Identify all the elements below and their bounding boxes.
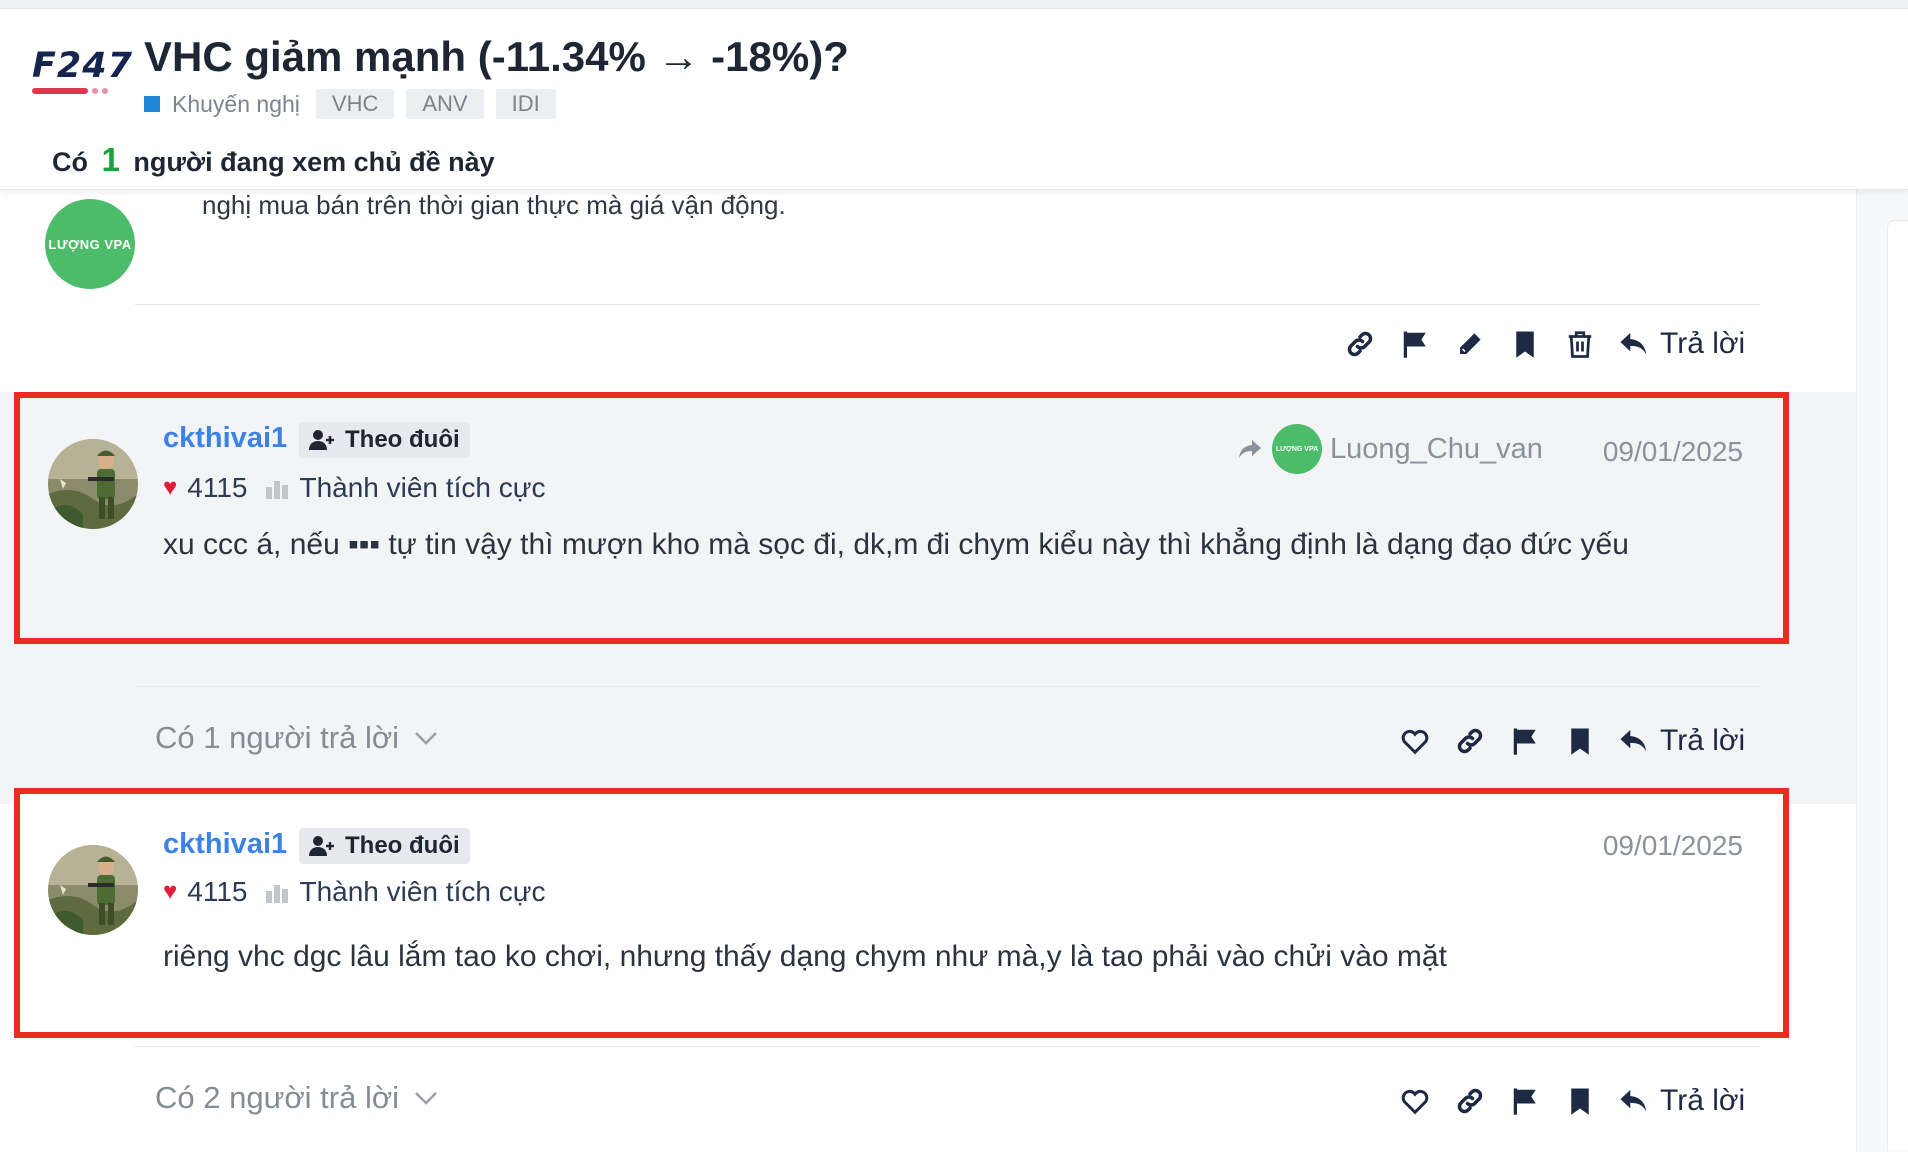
reply-label: Trả lời: [1660, 724, 1746, 757]
browser-top-strip: [0, 0, 1908, 9]
edit-icon[interactable]: [1453, 327, 1487, 361]
user-stats: ♥ 4115 Thành viên tích cực: [163, 876, 545, 908]
trash-icon[interactable]: [1563, 327, 1597, 361]
post-content: nghị mua bán trên thời gian thực mà giá …: [202, 190, 786, 220]
follow-label: Theo đuôi: [345, 426, 460, 453]
tag-idi[interactable]: IDI: [495, 89, 556, 119]
post-date[interactable]: 09/01/2025: [1603, 830, 1743, 862]
divider: [135, 686, 1760, 687]
reply-button[interactable]: Trả lời: [1618, 1084, 1745, 1118]
avatar[interactable]: [48, 439, 138, 529]
scrollbar-thumb[interactable]: [1887, 220, 1908, 1151]
viewers-notice: Có 1 người đang xem chủ đề này: [52, 141, 495, 179]
avatar-text: LƯỢNG VPA: [48, 236, 132, 252]
category-color-square: [144, 96, 160, 112]
viewers-count: 1: [101, 141, 120, 178]
link-icon[interactable]: [1343, 327, 1377, 361]
divider: [135, 1046, 1760, 1047]
share-arrow-icon: [1239, 440, 1261, 458]
viewers-prefix: Có: [52, 147, 88, 177]
logo-text: F247: [32, 46, 133, 86]
tag-vhc[interactable]: VHC: [315, 89, 395, 119]
reply-to-link[interactable]: LƯỢNG VPA Luong_Chu_van: [1238, 424, 1543, 474]
avatar[interactable]: LƯỢNG VPA: [45, 199, 135, 289]
reply-button[interactable]: Trả lời: [1618, 327, 1745, 361]
post-actions: Trả lời: [1343, 327, 1745, 361]
avatar[interactable]: [48, 845, 138, 935]
flag-icon[interactable]: [1398, 327, 1432, 361]
follow-button[interactable]: Theo đuôi: [299, 422, 470, 458]
rank-icon: [266, 885, 289, 903]
follow-label: Theo đuôi: [345, 832, 460, 859]
divider: [135, 304, 1760, 305]
tag-anv[interactable]: ANV: [406, 89, 484, 119]
topic-tags: Khuyến nghị VHC ANV IDI: [144, 89, 568, 119]
flag-icon[interactable]: [1508, 1084, 1542, 1118]
link-icon[interactable]: [1453, 1084, 1487, 1118]
heart-icon: ♥: [163, 878, 178, 905]
username-link[interactable]: ckthivai1: [163, 422, 287, 455]
viewers-suffix: người đang xem chủ đề này: [133, 147, 495, 177]
user-rank: Thành viên tích cực: [299, 472, 546, 503]
replies-label: Có 1 người trả lời: [155, 720, 400, 755]
reply-to-avatar: LƯỢNG VPA: [1272, 424, 1322, 474]
chevron-down-icon: [415, 732, 437, 745]
reply-to-username: Luong_Chu_van: [1330, 432, 1543, 465]
follow-user-icon: [309, 430, 334, 450]
link-icon[interactable]: [1453, 724, 1487, 758]
topic-title[interactable]: VHC giảm mạnh (-11.34% → -18%)?: [144, 33, 849, 81]
post-actions: Trả lời: [1398, 724, 1745, 758]
replies-toggle[interactable]: Có 2 người trả lời: [155, 1080, 439, 1116]
reply-label: Trả lời: [1660, 1084, 1746, 1117]
post-actions: Trả lời: [1398, 1084, 1745, 1118]
rank-icon: [266, 481, 289, 499]
heart-icon[interactable]: [1398, 1084, 1432, 1118]
category-link[interactable]: Khuyến nghị: [172, 91, 300, 118]
post-content: riêng vhc dgc lâu lắm tao ko chơi, nhưng…: [163, 940, 1447, 973]
highlighted-post: ckthivai1 Theo đuôi LƯỢNG VPA Luong_Chu_…: [14, 392, 1789, 644]
chevron-down-icon: [415, 1092, 437, 1105]
heart-icon[interactable]: [1398, 724, 1432, 758]
site-logo[interactable]: F247: [32, 49, 134, 99]
bookmark-icon[interactable]: [1508, 327, 1542, 361]
follow-button[interactable]: Theo đuôi: [299, 828, 470, 864]
replies-toggle[interactable]: Có 1 người trả lời: [155, 720, 439, 756]
reply-icon: [1620, 332, 1647, 355]
reply-button[interactable]: Trả lời: [1618, 724, 1745, 758]
user-rank: Thành viên tích cực: [299, 876, 546, 907]
highlighted-post: ckthivai1 Theo đuôi 09/01/2025 ♥ 4115 Th…: [14, 788, 1789, 1038]
follow-user-icon: [309, 836, 334, 856]
user-stats: ♥ 4115 Thành viên tích cực: [163, 472, 545, 504]
replies-label: Có 2 người trả lời: [155, 1080, 400, 1115]
reply-icon: [1620, 1089, 1647, 1112]
flag-icon[interactable]: [1508, 724, 1542, 758]
bookmark-icon[interactable]: [1563, 1084, 1597, 1118]
like-count: 4115: [187, 876, 248, 907]
bookmark-icon[interactable]: [1563, 724, 1597, 758]
topic-header: F247 VHC giảm mạnh (-11.34% → -18%)? Khu…: [0, 9, 1908, 190]
post-content: xu ccc á, nếu ▪▪▪ tự tin vậy thì mượn kh…: [163, 528, 1629, 561]
reply-label: Trả lời: [1660, 327, 1746, 360]
post-date[interactable]: 09/01/2025: [1603, 436, 1743, 468]
scroll-track[interactable]: [1856, 190, 1908, 1152]
reply-icon: [1620, 729, 1647, 752]
username-link[interactable]: ckthivai1: [163, 828, 287, 861]
logo-underline: [32, 88, 134, 94]
heart-icon: ♥: [163, 474, 178, 501]
like-count: 4115: [187, 472, 248, 503]
